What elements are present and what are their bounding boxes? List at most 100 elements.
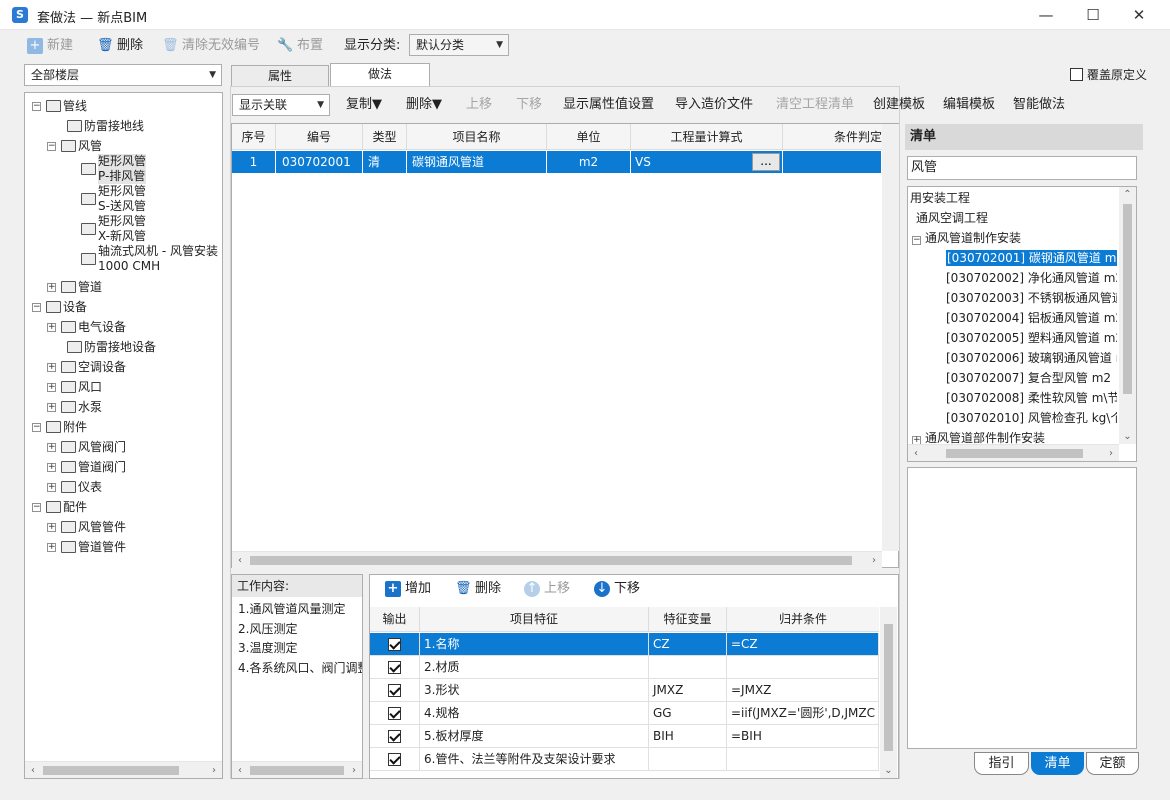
scroll-thumb[interactable]: [43, 766, 179, 775]
col-formula[interactable]: 工程量计算式: [631, 124, 783, 150]
tab-method[interactable]: 做法: [330, 63, 430, 86]
scroll-thumb[interactable]: [946, 449, 1083, 458]
checkbox-icon[interactable]: [388, 753, 401, 766]
tree-node[interactable]: 防雷接地线: [67, 117, 144, 135]
tree-node[interactable]: 防雷接地设备: [67, 338, 156, 356]
checkbox-icon[interactable]: [388, 730, 401, 743]
tree-node[interactable]: + 电气设备: [47, 318, 126, 336]
tab-guide[interactable]: 指引: [974, 752, 1029, 775]
tree-node[interactable]: − 设备: [32, 298, 87, 316]
list-tree-node[interactable]: [030702002] 净化通风管道 m2: [946, 268, 1117, 288]
feature-up-button[interactable]: ↑ 上移: [524, 580, 570, 598]
scroll-thumb[interactable]: [250, 766, 344, 775]
scroll-left-icon[interactable]: ‹: [232, 762, 248, 779]
collapse-icon[interactable]: −: [47, 141, 56, 151]
table-row[interactable]: 5.板材厚度 BIH =BIH: [370, 725, 879, 748]
edit-template-button[interactable]: 编辑模板: [943, 96, 995, 114]
expand-icon[interactable]: +: [47, 482, 56, 492]
tree-node[interactable]: + 管道阀门: [47, 458, 126, 476]
grid-vscrollbar[interactable]: [882, 124, 899, 551]
tree-node[interactable]: − 管线: [32, 97, 87, 115]
checkbox-icon[interactable]: [388, 707, 401, 720]
grid-hscrollbar[interactable]: ‹ ›: [232, 551, 882, 568]
display-assoc-select[interactable]: 显示关联 ▼: [232, 94, 330, 116]
list-tree-node[interactable]: [030702006] 玻璃钢通风管道 n: [946, 348, 1117, 368]
col-unit[interactable]: 单位: [547, 124, 631, 150]
minimize-icon[interactable]: —: [1036, 5, 1056, 25]
tab-list[interactable]: 清单: [1031, 752, 1084, 775]
scroll-left-icon[interactable]: ‹: [232, 552, 248, 569]
tree-node[interactable]: − 配件: [32, 498, 87, 516]
checkbox-icon[interactable]: [388, 684, 401, 697]
col-code[interactable]: 编号: [276, 124, 363, 150]
expand-icon[interactable]: +: [47, 402, 56, 412]
table-row[interactable]: 4.规格 GG =iif(JMXZ='圆形',D,JMZC: [370, 702, 879, 725]
scroll-right-icon[interactable]: ›: [866, 552, 882, 569]
col-no[interactable]: 序号: [232, 124, 276, 150]
tree-node[interactable]: + 管道管件: [47, 538, 126, 556]
delete-dropdown-button[interactable]: 删除▼: [406, 96, 442, 114]
tree-node[interactable]: + 空调设备: [47, 358, 126, 376]
copy-button[interactable]: 复制▼: [346, 96, 382, 114]
col-merge[interactable]: 归并条件: [727, 607, 879, 632]
expand-icon[interactable]: +: [47, 282, 56, 292]
delete-feature-button[interactable]: 🗑 删除: [455, 580, 501, 598]
list-tree-node[interactable]: 通风空调工程: [916, 208, 988, 228]
formula-edit-button[interactable]: ...: [752, 153, 780, 171]
scroll-up-icon[interactable]: ⌃: [1119, 189, 1136, 200]
move-down-button[interactable]: 下移: [516, 96, 542, 114]
tab-quota[interactable]: 定额: [1086, 752, 1139, 775]
scroll-right-icon[interactable]: ›: [206, 762, 222, 779]
tree-node[interactable]: 轴流式风机 - 风管安装 1000 CMH: [81, 244, 218, 274]
col-condition[interactable]: 条件判定: [783, 124, 882, 150]
move-up-button[interactable]: 上移: [466, 96, 492, 114]
table-row[interactable]: 1.名称 CZ =CZ: [370, 633, 879, 656]
override-checkbox[interactable]: 覆盖原定义: [1070, 66, 1147, 83]
col-output[interactable]: 输出: [370, 607, 420, 632]
list-tree-node[interactable]: [030702010] 风管检查孔 kg\个: [946, 408, 1117, 428]
feature-down-button[interactable]: ↓ 下移: [594, 580, 640, 598]
smart-method-button[interactable]: 智能做法: [1013, 96, 1065, 114]
tree-node[interactable]: 矩形风管 X-新风管: [81, 214, 146, 244]
list-search-input[interactable]: 风管: [907, 156, 1137, 180]
col-type[interactable]: 类型: [363, 124, 407, 150]
col-feature[interactable]: 项目特征: [420, 607, 649, 632]
new-button[interactable]: + 新建: [27, 37, 73, 55]
list-hscrollbar[interactable]: ‹ ›: [908, 444, 1119, 461]
list-tree-node[interactable]: [030702001] 碳钢通风管道 m2: [946, 248, 1117, 268]
category-select[interactable]: 默认分类 ▼: [409, 34, 509, 56]
col-variable[interactable]: 特征变量: [649, 607, 727, 632]
scroll-down-icon[interactable]: ⌄: [1119, 431, 1136, 442]
expand-icon[interactable]: +: [47, 322, 56, 332]
scroll-left-icon[interactable]: ‹: [25, 762, 41, 779]
table-row[interactable]: 3.形状 JMXZ =JMXZ: [370, 679, 879, 702]
col-name[interactable]: 项目名称: [407, 124, 547, 150]
checkbox-icon[interactable]: [388, 661, 401, 674]
expand-icon[interactable]: +: [47, 362, 56, 372]
scroll-thumb[interactable]: [884, 624, 893, 751]
list-tree-node[interactable]: [030702007] 复合型风管 m2: [946, 368, 1111, 388]
maximize-icon[interactable]: ☐: [1083, 5, 1103, 25]
expand-icon[interactable]: +: [47, 542, 56, 552]
collapse-icon[interactable]: −: [32, 422, 41, 432]
list-tree-node[interactable]: [030702003] 不锈钢板通风管道: [946, 288, 1117, 308]
list-tree-node[interactable]: [030702005] 塑料通风管道 m2: [946, 328, 1117, 348]
collapse-icon[interactable]: −: [32, 502, 41, 512]
tab-attributes[interactable]: 属性: [231, 65, 329, 86]
feature-vscrollbar[interactable]: ⌄: [880, 607, 897, 778]
scroll-right-icon[interactable]: ›: [346, 762, 362, 779]
tree-node[interactable]: + 管道: [47, 278, 102, 296]
expand-icon[interactable]: +: [47, 442, 56, 452]
tree-node[interactable]: + 水泵: [47, 398, 102, 416]
close-icon[interactable]: ✕: [1129, 5, 1149, 25]
collapse-icon[interactable]: −: [32, 101, 41, 111]
work-hscrollbar[interactable]: ‹ ›: [232, 761, 362, 778]
table-row[interactable]: 2.材质: [370, 656, 879, 679]
scroll-thumb[interactable]: [250, 556, 852, 565]
tree-node[interactable]: + 仪表: [47, 478, 102, 496]
checkbox-icon[interactable]: [388, 638, 401, 651]
scroll-down-icon[interactable]: ⌄: [880, 765, 897, 776]
collapse-icon[interactable]: −: [912, 236, 921, 245]
list-tree-node[interactable]: − 通风管道制作安装: [912, 228, 1021, 248]
table-row[interactable]: 6.管件、法兰等附件及支架设计要求: [370, 748, 879, 771]
